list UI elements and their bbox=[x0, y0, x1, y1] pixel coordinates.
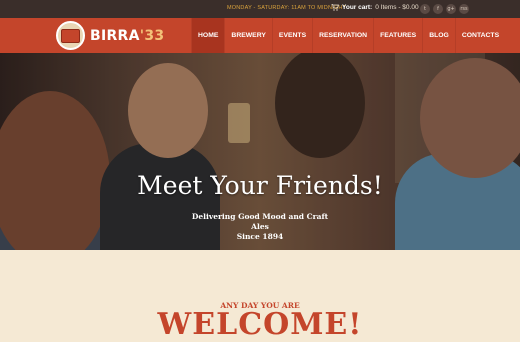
shopping-cart-icon bbox=[331, 4, 339, 11]
top-bar: MONDAY - SATURDAY: 11AM TO MIDNIGHT Your… bbox=[0, 0, 520, 18]
nav-item-reservation[interactable]: RESERVATION bbox=[312, 18, 373, 53]
cart-label: Your cart: bbox=[342, 4, 373, 11]
twitter-icon[interactable]: t bbox=[420, 4, 430, 14]
nav-menu: HOME BREWERY EVENTS RESERVATION FEATURES… bbox=[191, 18, 505, 53]
site-logo[interactable]: BIRRA'33 bbox=[56, 21, 164, 50]
cart-info: 0 Items - $0.00 bbox=[375, 4, 419, 11]
nav-item-home[interactable]: HOME bbox=[191, 18, 225, 53]
hero-subtitle: Delivering Good Mood and Craft Ales Sinc… bbox=[185, 212, 335, 242]
hero-since: Since 1894 bbox=[236, 232, 284, 241]
welcome-section: ANY DAY YOU ARE WELCOME! bbox=[0, 250, 520, 340]
cart-summary[interactable]: Your cart: 0 Items - $0.00 bbox=[331, 4, 419, 11]
hero-title: Meet Your Friends! bbox=[137, 171, 383, 200]
nav-item-brewery[interactable]: BREWERY bbox=[224, 18, 272, 53]
rss-icon[interactable]: rss bbox=[459, 4, 469, 14]
nav-item-blog[interactable]: BLOG bbox=[422, 18, 455, 53]
logo-text: BIRRA'33 bbox=[90, 27, 165, 44]
opening-hours: MONDAY - SATURDAY: 11AM TO MIDNIGHT bbox=[227, 5, 347, 11]
google-plus-icon[interactable]: g+ bbox=[446, 4, 456, 14]
nav-item-contacts[interactable]: CONTACTS bbox=[454, 18, 505, 53]
nav-item-events[interactable]: EVENTS bbox=[271, 18, 312, 53]
facebook-icon[interactable]: f bbox=[433, 4, 443, 14]
social-links: t f g+ rss bbox=[420, 4, 469, 14]
main-navigation: BIRRA'33 HOME BREWERY EVENTS RESERVATION… bbox=[0, 18, 520, 53]
hero-slider: Meet Your Friends! Delivering Good Mood … bbox=[0, 53, 520, 250]
nav-item-features[interactable]: FEATURES bbox=[373, 18, 422, 53]
logo-badge-icon bbox=[56, 21, 85, 50]
welcome-heading: WELCOME! bbox=[157, 307, 363, 342]
hero-tagline: Delivering Good Mood and Craft Ales bbox=[191, 212, 329, 231]
